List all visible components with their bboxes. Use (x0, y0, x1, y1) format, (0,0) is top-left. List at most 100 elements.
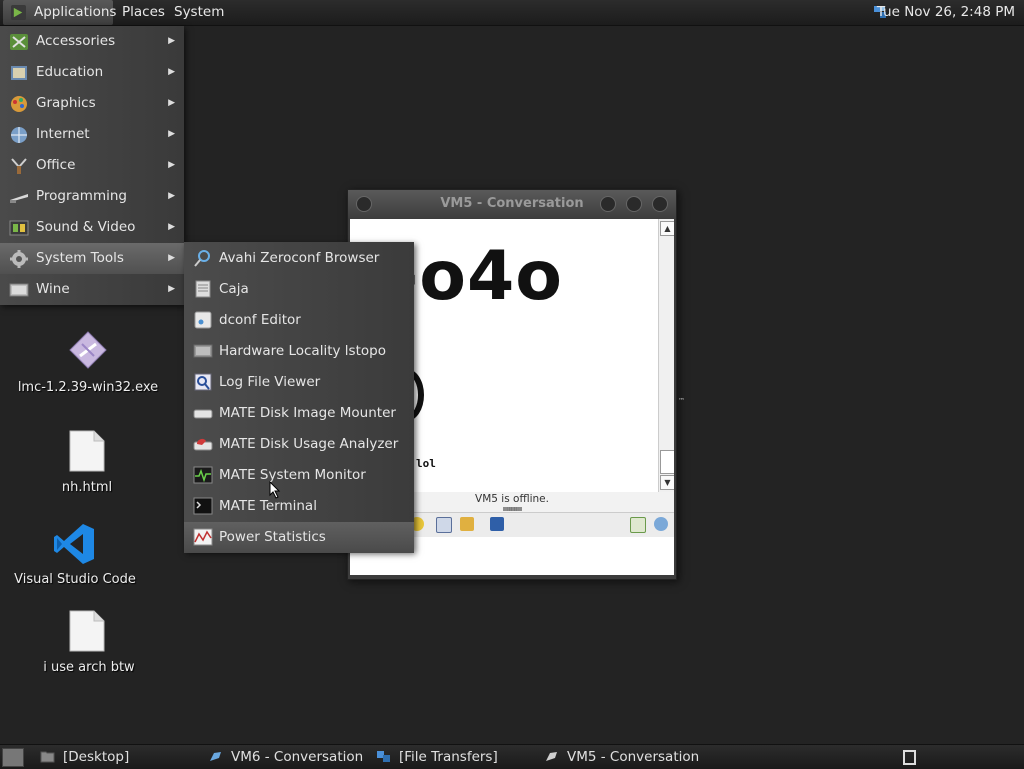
maximize-button[interactable] (626, 196, 642, 212)
document-icon (69, 610, 105, 652)
taskbar-item-file-transfers[interactable]: [File Transfers] (376, 745, 536, 769)
submenu-item-label: Power Statistics (219, 529, 326, 545)
window-titlebar[interactable]: VM5 - Conversation (348, 190, 676, 218)
show-desktop-button[interactable] (2, 748, 24, 767)
menu-item-label: Programming (36, 188, 127, 204)
vscode-icon (54, 524, 94, 564)
desktop-icon-vscode[interactable]: Visual Studio Code (0, 522, 150, 587)
menu-item-label: Office (36, 157, 76, 173)
mate-logo-icon (11, 5, 26, 20)
menu-item-graphics[interactable]: Graphics ▶ (0, 88, 184, 119)
sound-video-icon (9, 220, 29, 236)
submenu-item-power-statistics[interactable]: Power Statistics (184, 522, 414, 553)
system-tools-submenu: Avahi Zeroconf Browser Caja dconf Editor… (184, 242, 414, 553)
exe-icon (69, 331, 107, 369)
top-panel: Applications Places System Tue Nov 26, 2… (0, 0, 1024, 26)
menu-item-internet[interactable]: Internet ▶ (0, 119, 184, 150)
submenu-item-disk-mounter[interactable]: MATE Disk Image Mounter (184, 398, 414, 429)
menu-item-label: Internet (36, 126, 90, 142)
file-manager-icon (195, 280, 211, 298)
places-menu-button[interactable]: Places (122, 0, 165, 25)
scroll-thumb[interactable] (660, 450, 674, 474)
scroll-down-arrow-icon[interactable]: ▼ (660, 475, 674, 490)
submenu-item-dconf[interactable]: dconf Editor (184, 305, 414, 336)
clock[interactable]: Tue Nov 26, 2:48 PM (877, 0, 1015, 25)
submenu-item-system-monitor[interactable]: MATE System Monitor (184, 460, 414, 491)
taskbar-item-vm6-conversation[interactable]: VM6 - Conversation (208, 745, 368, 769)
wine-icon (9, 283, 29, 297)
minimize-button[interactable] (600, 196, 616, 212)
submenu-item-label: dconf Editor (219, 312, 301, 328)
chat-icon (210, 752, 221, 761)
log-viewer-icon (194, 373, 212, 391)
submenu-arrow-icon: ▶ (168, 284, 175, 294)
menu-item-label: Education (36, 64, 104, 80)
avahi-icon (194, 250, 210, 267)
menu-item-label: Graphics (36, 95, 96, 111)
internet-icon (11, 127, 27, 143)
taskbar-item-desktop[interactable]: [Desktop] (40, 745, 200, 769)
folder-icon (40, 751, 55, 763)
menu-item-education[interactable]: Education ▶ (0, 57, 184, 88)
submenu-item-disk-usage[interactable]: MATE Disk Usage Analyzer (184, 429, 414, 460)
submenu-item-label: Avahi Zeroconf Browser (219, 250, 380, 266)
vertical-scrollbar[interactable]: ▲ ▼ (658, 219, 674, 492)
applications-menu-button[interactable]: Applications (3, 0, 117, 25)
system-menu-button[interactable]: System (174, 0, 224, 25)
workspace-switcher[interactable] (903, 750, 916, 765)
desktop-icon-nh-html[interactable]: nh.html (12, 430, 162, 495)
submenu-item-avahi[interactable]: Avahi Zeroconf Browser (184, 243, 414, 274)
send-folder-icon[interactable] (460, 517, 474, 531)
menu-item-label: Wine (36, 281, 70, 297)
terminal-icon (193, 497, 213, 515)
menu-item-office[interactable]: Office ▶ (0, 150, 184, 181)
document-icon (69, 430, 105, 472)
new-message-icon[interactable] (630, 517, 646, 533)
submenu-item-label: Hardware Locality lstopo (219, 343, 386, 359)
education-icon (11, 66, 27, 80)
submenu-arrow-icon: ▶ (168, 191, 175, 201)
menu-item-wine[interactable]: Wine ▶ (0, 274, 184, 305)
submenu-arrow-icon: ▶ (168, 129, 175, 139)
history-icon[interactable] (654, 517, 668, 531)
attach-file-icon[interactable] (436, 517, 452, 533)
submenu-arrow-icon: ▶ (168, 160, 175, 170)
accessories-icon (10, 34, 28, 50)
desktop-icon-exe[interactable]: lmc-1.2.39-win32.exe (13, 330, 163, 395)
applications-label: Applications (34, 4, 117, 20)
desktop-icon-label: lmc-1.2.39-win32.exe (17, 380, 159, 395)
desktop-icon-label: nh.html (61, 480, 113, 495)
save-icon[interactable] (490, 517, 504, 531)
submenu-item-label: Log File Viewer (219, 374, 321, 390)
submenu-arrow-icon: ▶ (168, 67, 175, 77)
graphics-icon (11, 96, 27, 112)
submenu-item-terminal[interactable]: MATE Terminal (184, 491, 414, 522)
menu-item-label: Accessories (36, 33, 116, 49)
submenu-item-log-viewer[interactable]: Log File Viewer (184, 367, 414, 398)
taskbar-item-label: [File Transfers] (399, 749, 498, 765)
scroll-up-arrow-icon[interactable]: ▲ (660, 221, 674, 236)
desktop-icon-arch[interactable]: i use arch btw (14, 610, 164, 675)
menu-item-system-tools[interactable]: System Tools ▶ (0, 243, 184, 274)
submenu-item-caja[interactable]: Caja (184, 274, 414, 305)
menu-item-programming[interactable]: Programming ▶ (0, 181, 184, 212)
desktop-icon-label: i use arch btw (43, 660, 135, 675)
menu-item-sound-video[interactable]: Sound & Video ▶ (0, 212, 184, 243)
submenu-arrow-icon: ▶ (168, 98, 175, 108)
mouse-pointer-icon (269, 481, 281, 499)
disk-usage-icon (193, 439, 213, 451)
menu-item-label: Sound & Video (36, 219, 136, 235)
submenu-item-lstopo[interactable]: Hardware Locality lstopo (184, 336, 414, 367)
close-button[interactable] (652, 196, 668, 212)
submenu-item-label: MATE Disk Image Mounter (219, 405, 396, 421)
menu-item-label: System Tools (36, 250, 124, 266)
bottom-panel: [Desktop] VM6 - Conversation [File Trans… (0, 744, 1024, 769)
status-text: VM5 is offline. (475, 493, 549, 505)
taskbar-item-vm5-conversation[interactable]: VM5 - Conversation (544, 745, 704, 769)
message-big-text: -o4o (390, 237, 563, 316)
hardware-icon (193, 344, 213, 358)
submenu-arrow-icon: ▶ (168, 222, 175, 232)
submenu-item-label: MATE System Monitor (219, 467, 366, 483)
menu-item-accessories[interactable]: Accessories ▶ (0, 26, 184, 57)
submenu-item-label: MATE Terminal (219, 498, 317, 514)
